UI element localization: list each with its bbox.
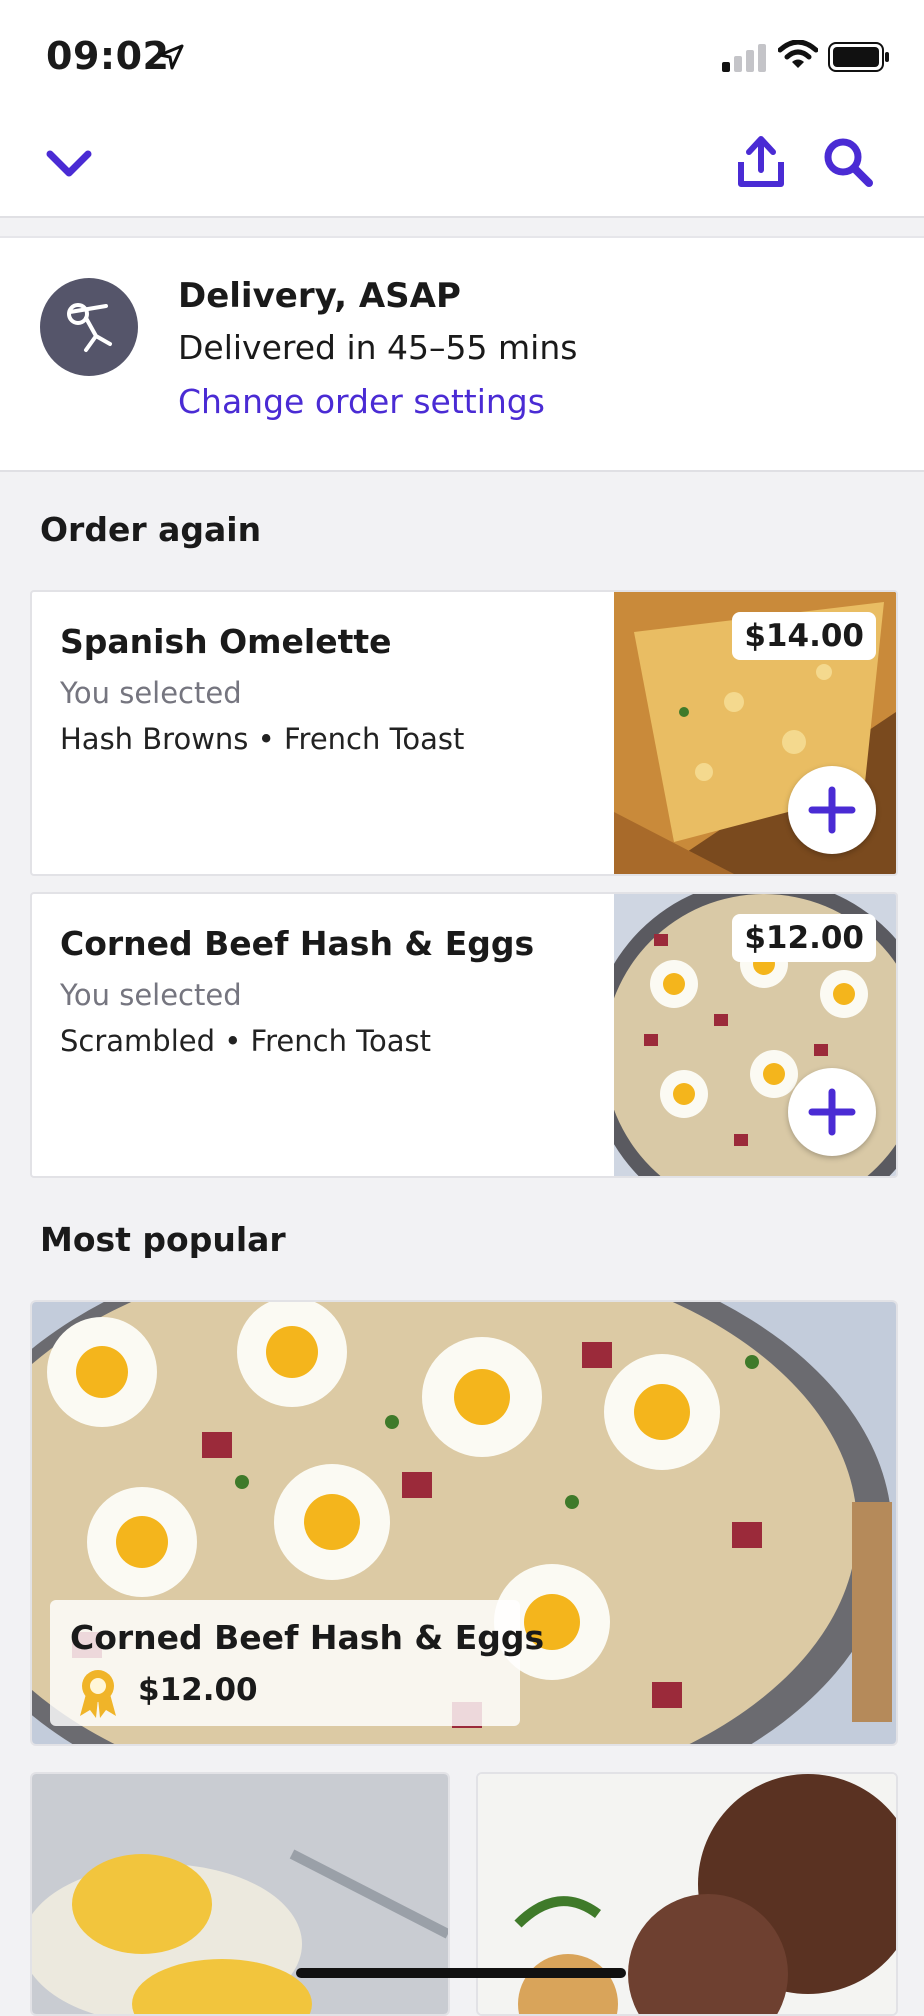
- chevron-down-icon[interactable]: [44, 146, 94, 182]
- item-options: Scrambled • French Toast: [60, 1024, 431, 1058]
- restaurant-avatar: [40, 278, 138, 376]
- delivery-eta: Delivered in 45–55 mins: [178, 328, 578, 367]
- share-icon[interactable]: [736, 134, 786, 190]
- menu-item-image: [32, 1774, 448, 2014]
- plus-icon: [808, 1088, 856, 1136]
- wifi-icon: [778, 40, 818, 68]
- award-medal-icon: [80, 1670, 116, 1718]
- most-popular-heading: Most popular: [40, 1220, 286, 1259]
- item-name: Corned Beef Hash & Eggs: [60, 924, 535, 963]
- menu-item-image: [478, 1774, 896, 2014]
- item-price-badge: $14.00: [732, 612, 876, 660]
- item-options: Hash Browns • French Toast: [60, 722, 465, 756]
- add-to-cart-button[interactable]: [788, 766, 876, 854]
- item-selected-label: You selected: [60, 676, 242, 710]
- order-settings-panel: Delivery, ASAP Delivered in 45–55 mins C…: [0, 236, 924, 472]
- add-to-cart-button[interactable]: [788, 1068, 876, 1156]
- popular-item-card[interactable]: Corned Beef Hash & Eggs $12.00: [30, 1300, 898, 1746]
- mascot-logo-icon: [67, 303, 112, 352]
- menu-item-tile[interactable]: [476, 1772, 898, 2016]
- change-order-settings-link[interactable]: Change order settings: [178, 382, 545, 421]
- item-image: $14.00: [614, 592, 896, 874]
- search-icon[interactable]: [822, 136, 874, 188]
- nav-bar: [0, 110, 924, 218]
- item-name: Spanish Omelette: [60, 622, 392, 661]
- item-selected-label: You selected: [60, 978, 242, 1012]
- home-indicator: [296, 1968, 626, 1978]
- item-image: $12.00: [614, 894, 896, 1176]
- order-again-heading: Order again: [40, 510, 262, 549]
- popular-item-price: $12.00: [138, 1672, 258, 1708]
- delivery-mode: Delivery, ASAP: [178, 276, 461, 316]
- menu-item-tile[interactable]: [30, 1772, 450, 2016]
- battery-icon: [828, 42, 889, 72]
- status-bar: 09:02: [0, 0, 924, 110]
- location-arrow-icon: [158, 44, 184, 70]
- order-again-item[interactable]: Corned Beef Hash & Eggs You selected Scr…: [30, 892, 898, 1178]
- status-time: 09:02: [46, 34, 170, 78]
- popular-item-name: Corned Beef Hash & Eggs: [70, 1618, 545, 1657]
- plus-icon: [808, 786, 856, 834]
- cellular-signal-icon: [722, 44, 766, 72]
- order-again-item[interactable]: Spanish Omelette You selected Hash Brown…: [30, 590, 898, 876]
- popular-item-info: Corned Beef Hash & Eggs $12.00: [50, 1600, 544, 1726]
- item-price-badge: $12.00: [732, 914, 876, 962]
